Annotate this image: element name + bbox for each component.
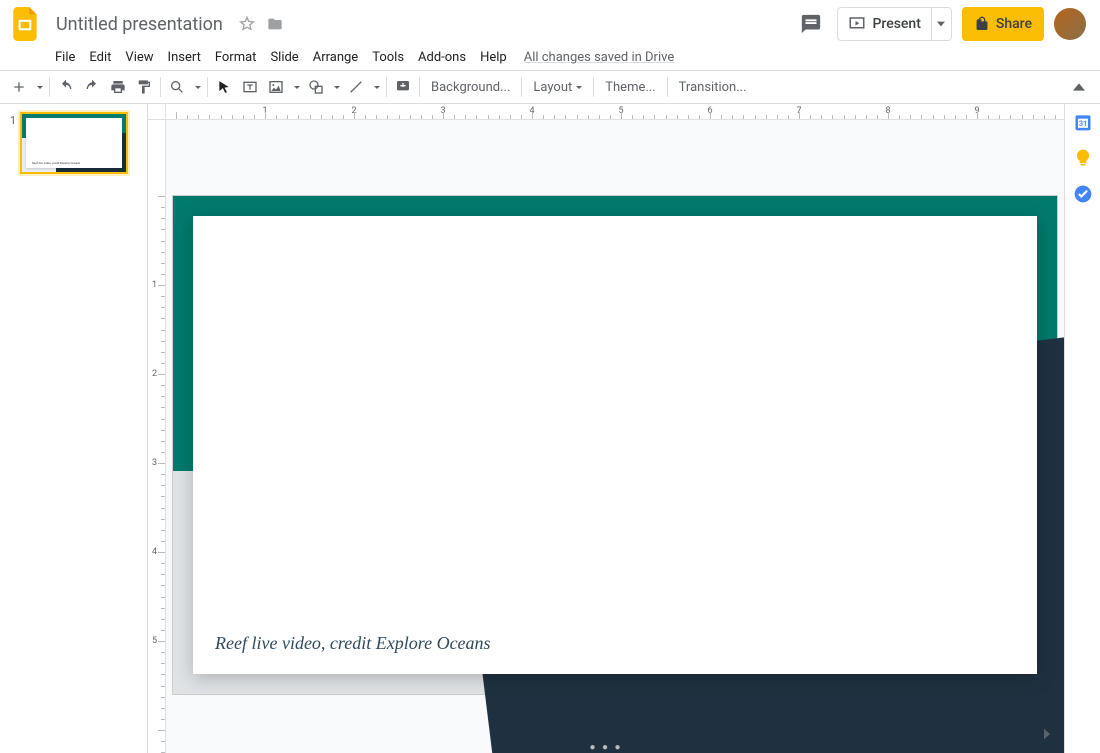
menu-format[interactable]: Format: [208, 46, 264, 69]
present-button[interactable]: Present: [838, 15, 930, 33]
comments-button[interactable]: [795, 8, 827, 40]
menu-tools[interactable]: Tools: [365, 46, 411, 69]
slide[interactable]: Reef live video, credit Explore Oceans: [173, 196, 1057, 694]
menu-addons[interactable]: Add-ons: [411, 46, 473, 69]
menu-insert[interactable]: Insert: [161, 46, 208, 69]
slide-caption-text[interactable]: Reef live video, credit Explore Oceans: [215, 633, 491, 654]
menu-view[interactable]: View: [118, 46, 160, 69]
tasks-icon[interactable]: [1073, 184, 1093, 204]
ruler-vertical[interactable]: 12345: [148, 120, 166, 753]
star-icon[interactable]: [237, 14, 257, 34]
line-dropdown[interactable]: [369, 74, 383, 100]
textbox-tool[interactable]: [237, 74, 263, 100]
image-tool[interactable]: [263, 74, 289, 100]
paint-format-button[interactable]: [131, 74, 157, 100]
menu-slide[interactable]: Slide: [263, 46, 305, 69]
print-button[interactable]: [105, 74, 131, 100]
thumb-caption: Reef live video, credit Explore Oceans: [32, 161, 80, 165]
present-options-dropdown[interactable]: [931, 8, 951, 40]
redo-button[interactable]: [79, 74, 105, 100]
document-title[interactable]: Untitled presentation: [50, 12, 229, 37]
save-status[interactable]: All changes saved in Drive: [524, 50, 675, 65]
svg-text:31: 31: [1078, 119, 1087, 128]
speaker-notes-handle[interactable]: ● ● ●: [589, 742, 622, 753]
menu-arrange[interactable]: Arrange: [306, 46, 365, 69]
slide-content-box[interactable]: Reef live video, credit Explore Oceans: [193, 216, 1037, 674]
account-avatar[interactable]: [1054, 8, 1086, 40]
filmstrip[interactable]: 1 Reef live video, credit Explore Oceans: [0, 104, 148, 753]
shape-tool[interactable]: [303, 74, 329, 100]
slide-number: 1: [6, 112, 16, 174]
select-tool[interactable]: [211, 74, 237, 100]
menu-help[interactable]: Help: [473, 46, 514, 69]
collapse-toolbar-button[interactable]: [1066, 74, 1092, 100]
share-button[interactable]: Share: [962, 7, 1044, 41]
shape-dropdown[interactable]: [329, 74, 343, 100]
toolbar: Background... Layout Theme... Transition…: [0, 70, 1100, 104]
ruler-horizontal[interactable]: 123456789: [166, 104, 1064, 120]
image-dropdown[interactable]: [289, 74, 303, 100]
menu-bar: File Edit View Insert Format Slide Arran…: [0, 44, 1100, 70]
new-slide-dropdown[interactable]: [32, 74, 46, 100]
background-button[interactable]: Background...: [423, 74, 518, 100]
slide-thumbnail[interactable]: 1 Reef live video, credit Explore Oceans: [6, 112, 141, 174]
slide-canvas[interactable]: 123456789 12345 Reef live video, credit …: [148, 104, 1064, 753]
comment-tool[interactable]: [390, 74, 416, 100]
menu-file[interactable]: File: [48, 46, 82, 69]
move-folder-icon[interactable]: [265, 14, 285, 34]
side-panel: 31: [1064, 104, 1100, 753]
transition-button[interactable]: Transition...: [671, 74, 755, 100]
zoom-button[interactable]: [164, 74, 190, 100]
theme-button[interactable]: Theme...: [597, 74, 663, 100]
calendar-icon[interactable]: 31: [1073, 112, 1093, 132]
layout-dropdown[interactable]: Layout: [525, 74, 590, 100]
zoom-dropdown[interactable]: [190, 74, 204, 100]
ruler-corner: [148, 104, 166, 120]
explore-chevron[interactable]: [1038, 725, 1056, 747]
keep-icon[interactable]: [1073, 148, 1093, 168]
new-slide-button[interactable]: [6, 74, 32, 100]
line-tool[interactable]: [343, 74, 369, 100]
menu-edit[interactable]: Edit: [82, 46, 118, 69]
slides-app-icon[interactable]: [8, 6, 44, 42]
undo-button[interactable]: [53, 74, 79, 100]
share-label: Share: [996, 16, 1032, 32]
present-label: Present: [872, 16, 920, 32]
